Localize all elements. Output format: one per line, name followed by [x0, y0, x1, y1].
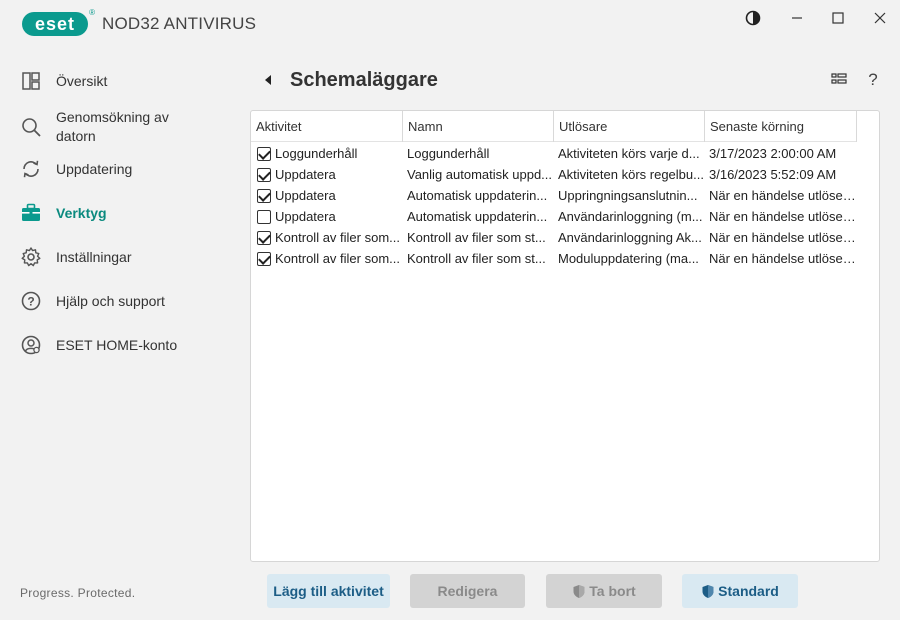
- sidebar-item-settings[interactable]: Inställningar: [20, 246, 230, 270]
- maximize-icon[interactable]: [826, 8, 850, 28]
- column-header-activity[interactable]: Aktivitet: [251, 111, 403, 142]
- cell-last-run: När en händelse utlöser...: [709, 251, 857, 266]
- view-toggle-icon[interactable]: [830, 72, 848, 90]
- cell-name: Automatisk uppdaterin...: [407, 209, 548, 224]
- sidebar-item-label: Uppdatering: [56, 161, 133, 177]
- column-header-trigger[interactable]: Utlösare: [554, 111, 705, 142]
- cell-activity: Uppdatera: [251, 167, 403, 182]
- delete-button-label: Ta bort: [589, 583, 636, 599]
- sidebar-item-help[interactable]: ? Hjälp och support: [20, 290, 230, 314]
- help-icon[interactable]: ?: [864, 70, 882, 89]
- cell-trigger: Aktiviteten körs regelbu...: [558, 167, 704, 182]
- footer-tagline: Progress. Protected.: [20, 586, 136, 600]
- table-body: Loggunderhåll Loggunderhåll Aktiviteten kö…: [251, 143, 857, 269]
- table-row[interactable]: Uppdatera Automatisk uppdaterin... Uppring…: [251, 185, 857, 206]
- sidebar-item-label: ESET HOME-konto: [56, 337, 178, 353]
- shield-icon: [572, 584, 586, 599]
- table-header: Aktivitet Namn Utlösare Senaste körning: [251, 111, 857, 142]
- table-row[interactable]: Kontroll av filer som... Kontroll av file…: [251, 227, 857, 248]
- cell-last-run: När en händelse utlöser...: [709, 188, 857, 203]
- briefcase-icon: [20, 202, 44, 226]
- sidebar-item-overview[interactable]: Översikt: [20, 72, 230, 94]
- svg-text:?: ?: [27, 295, 34, 309]
- scan-icon: [20, 116, 44, 140]
- cell-trigger: Användarinloggning (m...: [558, 209, 703, 224]
- cell-name: Kontroll av filer som st...: [407, 230, 546, 245]
- cell-last-run: När en händelse utlöser...: [709, 209, 857, 224]
- activity-text: Kontroll av filer som...: [275, 251, 400, 266]
- cell-last-run: 3/17/2023 2:00:00 AM: [709, 146, 837, 161]
- delete-button[interactable]: Ta bort: [546, 574, 662, 608]
- task-enabled-checkbox[interactable]: [257, 209, 271, 224]
- eset-logo: eset ® NOD32 ANTIVIRUS: [22, 8, 257, 37]
- update-icon: [20, 158, 44, 182]
- cell-trigger: Uppringningsanslutnin...: [558, 188, 698, 203]
- logo-text: eset: [34, 13, 76, 34]
- sidebar-item-tools[interactable]: Verktyg: [20, 202, 230, 226]
- activity-text: Uppdatera: [275, 188, 336, 203]
- column-header-last-run[interactable]: Senaste körning: [705, 111, 857, 142]
- table-row[interactable]: Uppdatera Vanlig automatisk uppd... Aktivi…: [251, 164, 857, 185]
- minimize-icon[interactable]: [785, 8, 809, 28]
- table-row[interactable]: Kontroll av filer som... Kontroll av file…: [251, 248, 857, 269]
- table-row[interactable]: Uppdatera Automatisk uppdaterin... Använda…: [251, 206, 857, 227]
- sidebar-item-account[interactable]: ESET HOME-konto: [20, 334, 230, 358]
- task-enabled-checkbox[interactable]: [257, 230, 271, 245]
- task-enabled-checkbox[interactable]: [257, 251, 271, 266]
- activity-text: Uppdatera: [275, 209, 336, 224]
- activity-text: Uppdatera: [275, 167, 336, 182]
- cell-last-run: 3/16/2023 5:52:09 AM: [709, 167, 837, 182]
- column-header-name[interactable]: Namn: [403, 111, 554, 142]
- sidebar-item-label: Hjälp och support: [56, 293, 165, 309]
- product-name: NOD32 ANTIVIRUS: [102, 14, 257, 33]
- task-enabled-checkbox[interactable]: [257, 146, 271, 161]
- default-button[interactable]: Standard: [682, 574, 798, 608]
- contrast-icon[interactable]: [741, 8, 765, 28]
- shield-icon: [701, 584, 715, 599]
- page-title: Schemaläggare: [290, 69, 438, 91]
- help-circle-icon: ?: [20, 290, 44, 314]
- cell-activity: Uppdatera: [251, 188, 403, 203]
- activity-text: Loggunderhåll: [275, 146, 358, 161]
- task-enabled-checkbox[interactable]: [257, 188, 271, 203]
- cell-name: Automatisk uppdaterin...: [407, 188, 548, 203]
- cell-last-run: När en händelse utlöser...: [709, 230, 857, 245]
- title-bar: eset ® NOD32 ANTIVIRUS: [0, 0, 900, 48]
- scheduler-table: Aktivitet Namn Utlösare Senaste körning …: [250, 110, 880, 562]
- table-row[interactable]: Loggunderhåll Loggunderhåll Aktiviteten kö…: [251, 143, 857, 164]
- account-icon: [20, 334, 44, 358]
- cell-activity: Kontroll av filer som...: [251, 230, 403, 245]
- cell-name: Loggunderhåll: [407, 146, 490, 161]
- cell-trigger: Användarinloggning Ak...: [558, 230, 702, 245]
- sidebar-item-label: Inställningar: [56, 249, 132, 265]
- sidebar-item-label: Verktyg: [56, 205, 107, 221]
- cell-activity: Loggunderhåll: [251, 146, 403, 161]
- task-enabled-checkbox[interactable]: [257, 167, 271, 182]
- gear-icon: [20, 246, 44, 270]
- logo-registered-mark: ®: [89, 8, 96, 17]
- add-task-button[interactable]: Lägg till aktivitet: [267, 574, 390, 608]
- sidebar-item-scan[interactable]: Genomsökning av datorn: [20, 108, 230, 146]
- cell-name: Kontroll av filer som st...: [407, 251, 546, 266]
- close-icon[interactable]: [868, 8, 892, 28]
- logo-badge: eset ®: [22, 8, 95, 36]
- sidebar-item-label: Genomsökning av datorn: [56, 109, 169, 144]
- cell-activity: Kontroll av filer som...: [251, 251, 403, 266]
- cell-trigger: Moduluppdatering (ma...: [558, 251, 699, 266]
- edit-button[interactable]: Redigera: [410, 574, 525, 608]
- cell-trigger: Aktiviteten körs varje d...: [558, 146, 700, 161]
- sidebar-item-label: Översikt: [56, 73, 108, 89]
- default-button-label: Standard: [718, 583, 779, 599]
- back-arrow-icon[interactable]: [262, 73, 274, 87]
- cell-name: Vanlig automatisk uppd...: [407, 167, 553, 182]
- overview-icon: [20, 70, 44, 94]
- cell-activity: Uppdatera: [251, 209, 403, 224]
- activity-text: Kontroll av filer som...: [275, 230, 400, 245]
- sidebar-item-update[interactable]: Uppdatering: [20, 160, 230, 182]
